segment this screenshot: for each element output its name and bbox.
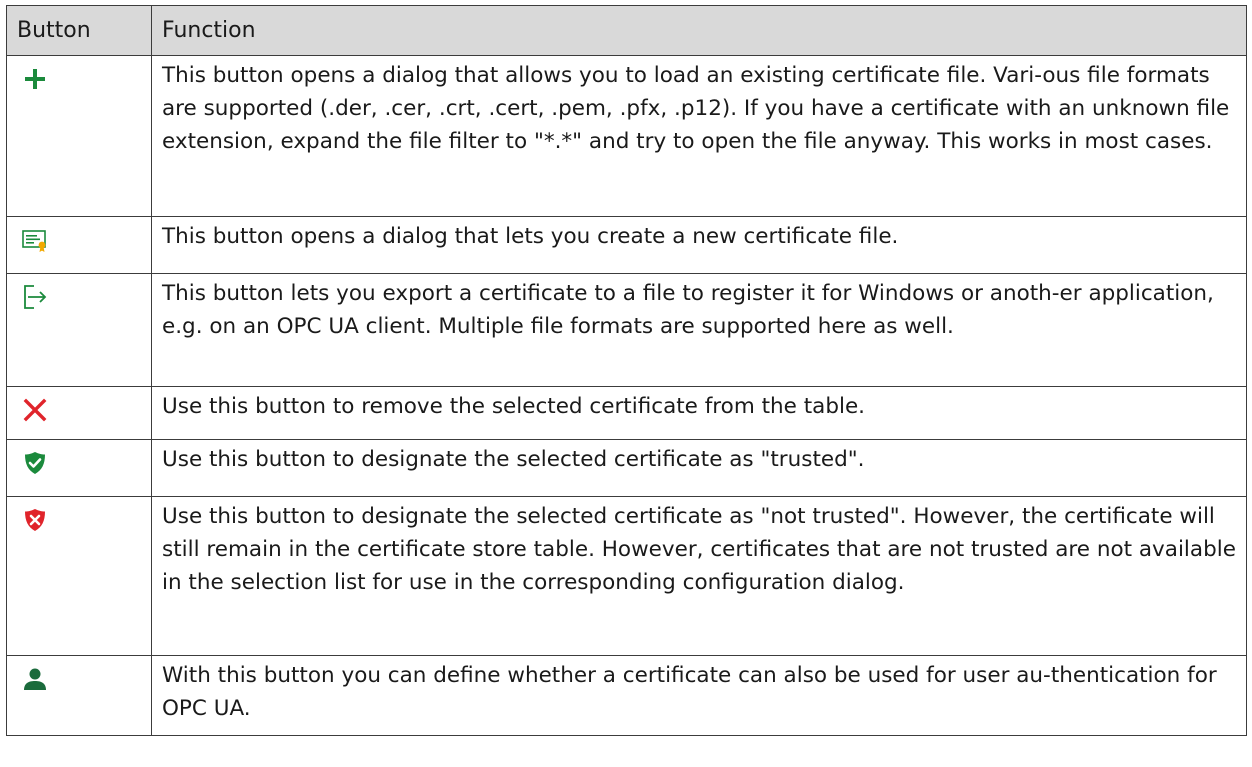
table-row: This button opens a dialog that allows y… — [6, 55, 1247, 217]
table-row: Use this button to designate the selecte… — [6, 439, 1247, 497]
table-row: This button opens a dialog that lets you… — [6, 216, 1247, 274]
new-certificate-icon — [20, 225, 50, 255]
export-icon — [20, 282, 50, 312]
header-function: Function — [151, 5, 1247, 56]
remove-x-icon — [20, 395, 50, 425]
row-description: This button opens a dialog that lets you… — [151, 216, 1247, 274]
row-description: This button opens a dialog that allows y… — [151, 55, 1247, 217]
row-description: With this button you can define whether … — [151, 655, 1247, 736]
plus-icon — [20, 64, 50, 94]
row-description: This button lets you export a certificat… — [151, 273, 1247, 387]
row-description: Use this button to designate the selecte… — [151, 439, 1247, 497]
user-icon — [20, 664, 50, 694]
table-row: This button lets you export a certificat… — [6, 273, 1247, 387]
header-button: Button — [6, 5, 152, 56]
table-row: With this button you can define whether … — [6, 655, 1247, 736]
shield-x-icon — [20, 505, 50, 535]
button-function-table: Button Function This button opens a dial… — [6, 5, 1247, 736]
row-description: Use this button to designate the selecte… — [151, 496, 1247, 656]
shield-check-icon — [20, 448, 50, 478]
table-row: Use this button to designate the selecte… — [6, 496, 1247, 656]
table-row: Use this button to remove the selected c… — [6, 386, 1247, 440]
row-description: Use this button to remove the selected c… — [151, 386, 1247, 440]
table-header-row: Button Function — [6, 5, 1247, 56]
